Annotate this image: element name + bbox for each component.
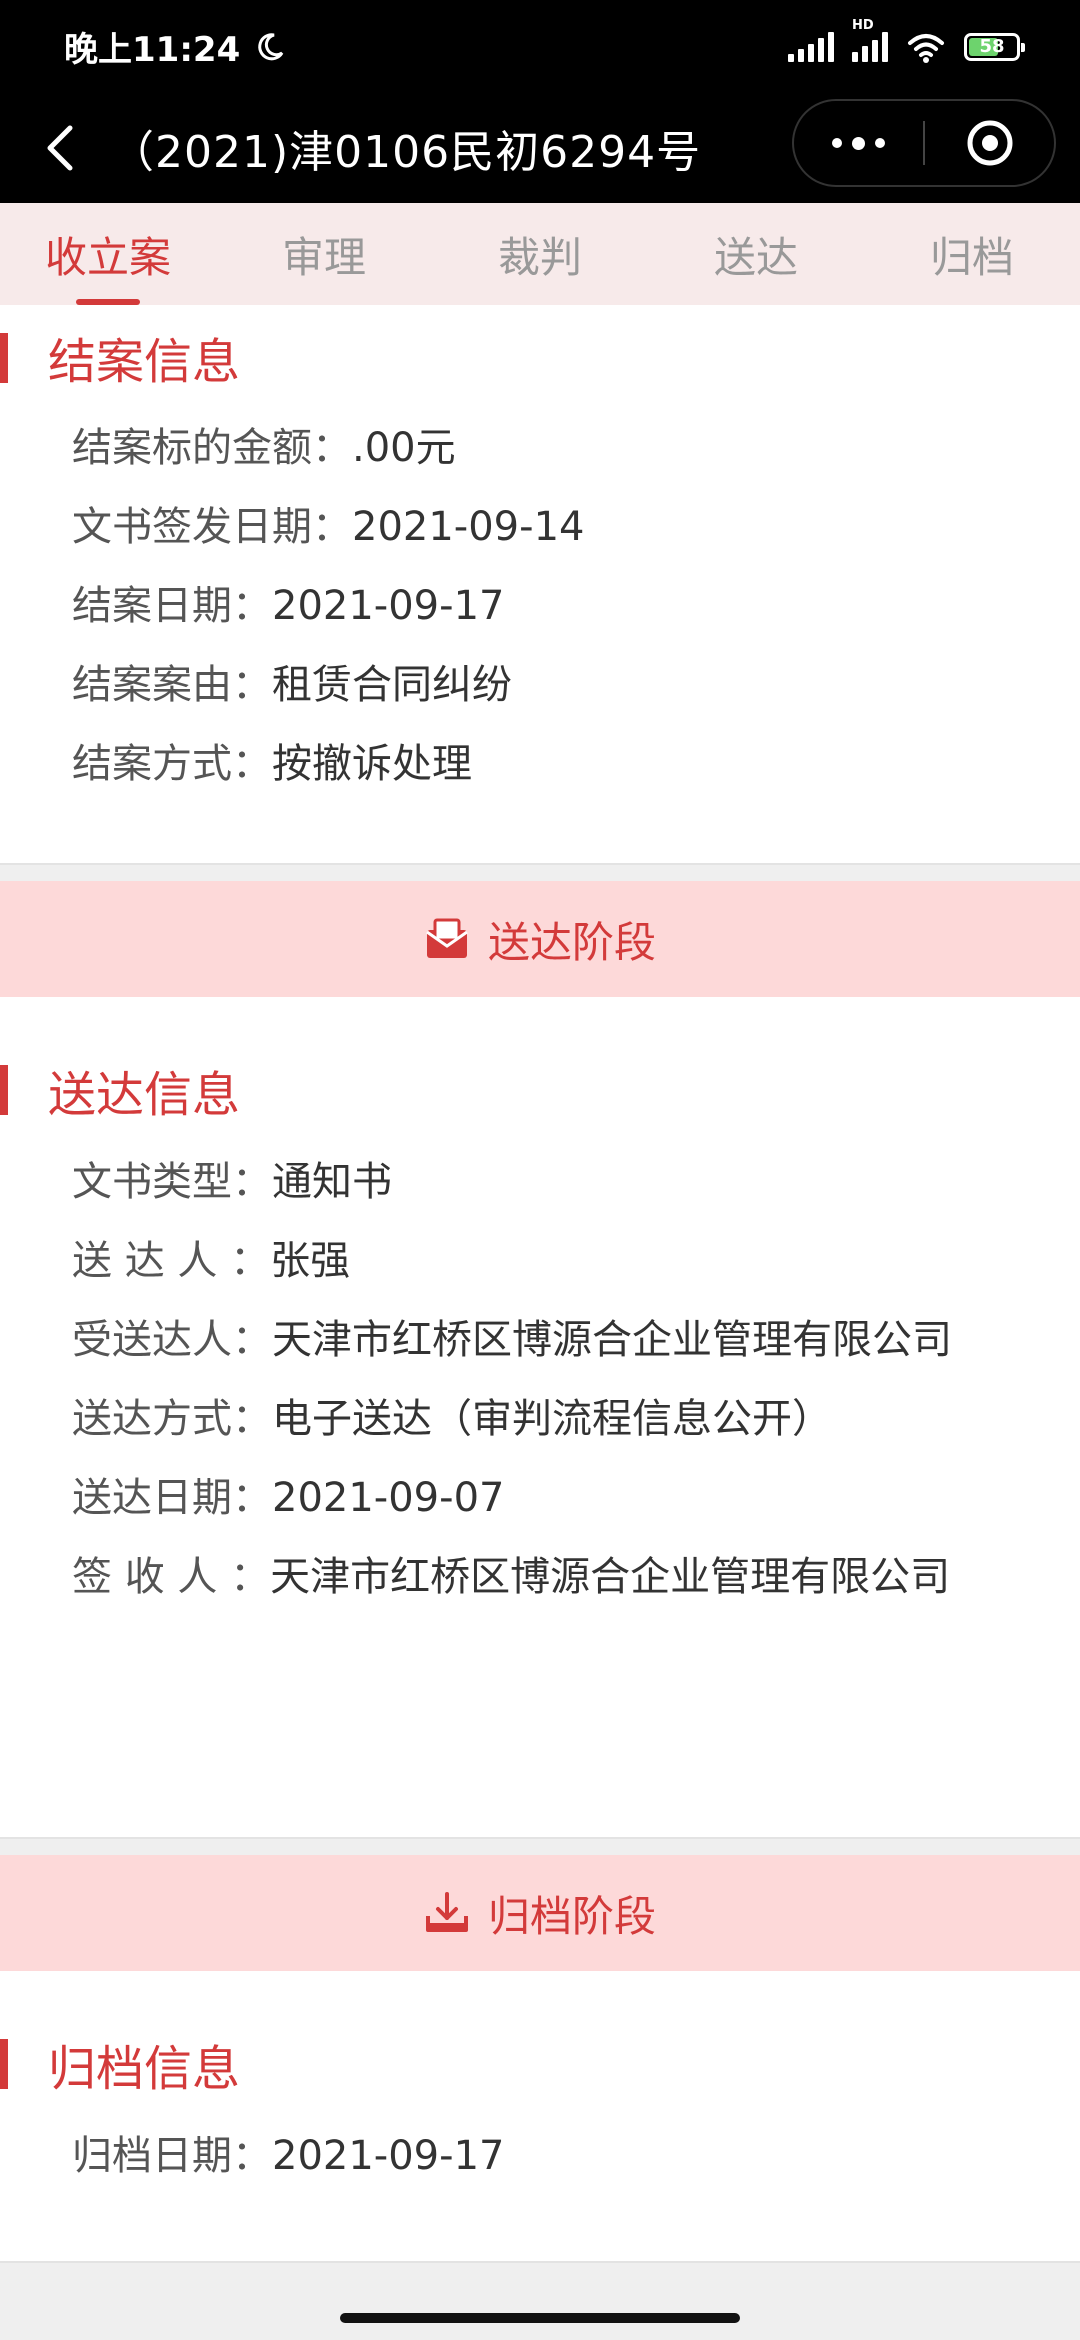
info-row: 送达日期： 2021-09-07 [72, 1475, 505, 1521]
more-button[interactable] [794, 101, 923, 185]
section-gap [0, 1837, 1080, 1855]
section-gap [0, 2261, 1080, 2340]
info-row: 文书签发日期： 2021-09-14 [72, 504, 585, 550]
back-button[interactable] [0, 93, 120, 203]
signal-icon [788, 31, 834, 62]
download-tray-icon [425, 1892, 468, 1932]
delivery-stage-label: 送达阶段 [487, 917, 656, 967]
stage-tabs: 收立案 审理 裁判 送达 归档 [0, 203, 1080, 305]
wifi-icon [908, 33, 944, 63]
archive-info-title: 归档信息 [0, 2011, 1080, 2117]
info-row: 签 收 人 ： 天津市红桥区博源合企业管理有限公司 [72, 1554, 951, 1600]
closing-info-title: 结案信息 [0, 305, 1080, 409]
section-gap [0, 863, 1080, 881]
archive-stage-label: 归档阶段 [487, 1891, 656, 1941]
info-row: 送达方式： 电子送达（审判流程信息公开） [72, 1396, 832, 1442]
chevron-left-icon [47, 125, 73, 171]
title-bar: （2021)津0106民初6294号 [0, 93, 1080, 203]
tab-archive[interactable]: 归档 [864, 203, 1080, 305]
battery-icon: 58 [964, 32, 1025, 61]
closing-info-section: 结案信息 结案标的金额： .00元 文书签发日期： 2021-09-14 结案日… [0, 305, 1080, 863]
mini-program-capsule [792, 99, 1056, 187]
info-row: 送 达 人 ： 张强 [72, 1238, 351, 1284]
status-bar: 晚上11:24 HD 58 [0, 0, 1080, 93]
info-row: 结案案由： 租赁合同纠纷 [72, 662, 512, 708]
tab-judgment[interactable]: 裁判 [432, 203, 648, 305]
home-indicator[interactable] [340, 2313, 740, 2323]
delivery-stage-header: 送达阶段 [0, 881, 1080, 997]
archive-info-section: 归档信息 归档日期： 2021-09-17 [0, 1971, 1080, 2261]
info-row: 文书类型： 通知书 [72, 1159, 392, 1205]
hd-signal-icon: HD [852, 18, 888, 62]
delivery-info-title: 送达信息 [0, 1037, 1080, 1143]
close-miniprogram-button[interactable] [925, 101, 1054, 185]
info-row: 结案方式： 按撤诉处理 [72, 741, 472, 787]
target-close-icon [967, 120, 1012, 166]
tab-filing[interactable]: 收立案 [0, 203, 216, 305]
page-title: （2021)津0106民初6294号 [110, 127, 702, 178]
info-row: 归档日期： 2021-09-17 [72, 2133, 505, 2179]
envelope-icon [426, 918, 468, 958]
more-icon [827, 136, 890, 150]
info-row: 结案标的金额： .00元 [72, 425, 456, 471]
info-row: 受送达人： 天津市红桥区博源合企业管理有限公司 [72, 1317, 952, 1363]
delivery-info-section: 送达信息 文书类型： 通知书 送 达 人 ： 张强 受送达人： 天津市红桥区博源… [0, 997, 1080, 1837]
status-time: 晚上11:24 [64, 30, 241, 70]
tab-delivery[interactable]: 送达 [648, 203, 864, 305]
archive-stage-header: 归档阶段 [0, 1855, 1080, 1971]
info-row: 结案日期： 2021-09-17 [72, 583, 505, 629]
tab-trial[interactable]: 审理 [216, 203, 432, 305]
moon-icon [258, 32, 284, 60]
